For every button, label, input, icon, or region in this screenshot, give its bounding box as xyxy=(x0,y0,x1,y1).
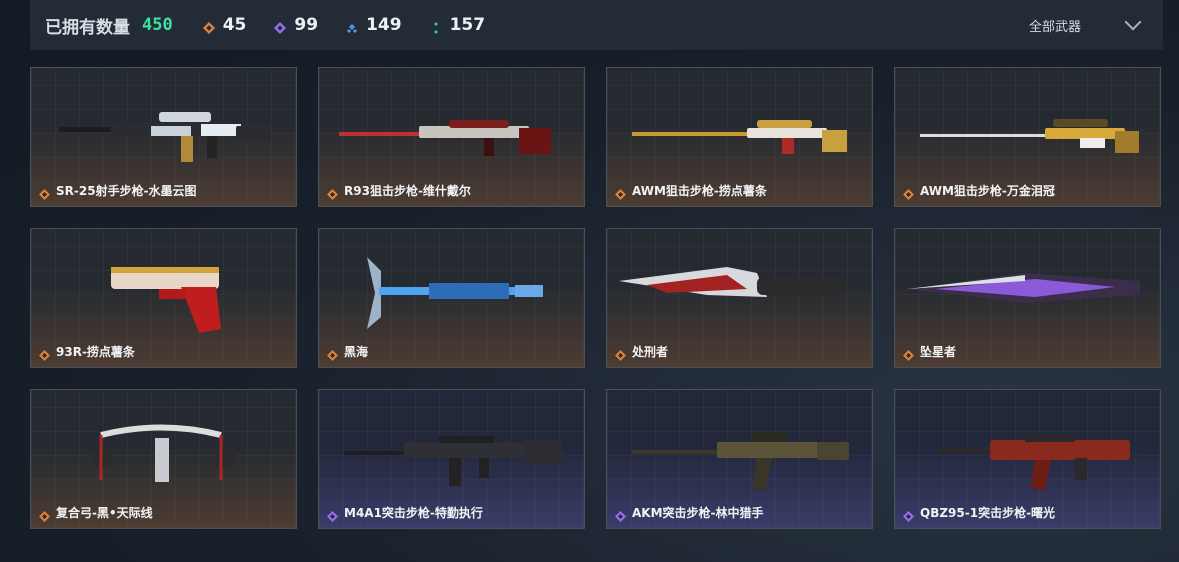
weapon-image xyxy=(31,68,296,180)
weapon-image xyxy=(319,390,584,502)
weapon-name: SR-25射手步枪-水墨云图 xyxy=(56,184,197,198)
weapon-image xyxy=(319,68,584,180)
weapon-name-row: 坠星者 xyxy=(903,343,957,361)
weapon-image xyxy=(607,229,872,341)
weapon-card[interactable]: 黑海 xyxy=(318,228,585,368)
orange-rarity-icon xyxy=(903,346,914,361)
weapon-name: 坠星者 xyxy=(920,345,957,359)
chevron-down-icon xyxy=(1124,13,1142,31)
weapon-image xyxy=(607,68,872,180)
orange-rarity-icon xyxy=(39,185,50,200)
weapon-card[interactable]: 93R-捞点薯条 xyxy=(30,228,297,368)
weapon-image xyxy=(895,68,1160,180)
weapon-name: 93R-捞点薯条 xyxy=(56,345,135,359)
weapon-name: QBZ95-1突击步枪-曙光 xyxy=(920,506,1056,520)
weapon-name: AKM突击步枪-林中猎手 xyxy=(632,506,764,520)
weapon-image xyxy=(607,390,872,502)
weapon-name: AWM狙击步枪-万金泪冠 xyxy=(920,184,1055,198)
weapon-card[interactable]: 处刑者 xyxy=(606,228,873,368)
weapon-card[interactable]: SR-25射手步枪-水墨云图 xyxy=(30,67,297,207)
weapon-name-row: AWM狙击步枪-万金泪冠 xyxy=(903,182,1055,200)
weapon-name: AWM狙击步枪-捞点薯条 xyxy=(632,184,767,198)
weapon-name-row: AKM突击步枪-林中猎手 xyxy=(615,504,764,522)
blue-rarity-icon xyxy=(346,19,358,33)
weapon-card[interactable]: AWM狙击步枪-万金泪冠 xyxy=(894,67,1161,207)
purple-rarity-icon xyxy=(903,507,914,522)
weapon-name-row: QBZ95-1突击步枪-曙光 xyxy=(903,504,1056,522)
stat-green-rarity: 157 xyxy=(430,15,486,35)
weapon-name: R93狙击步枪-维什戴尔 xyxy=(344,184,471,198)
weapon-name-row: AWM狙击步枪-捞点薯条 xyxy=(615,182,767,200)
weapon-name-row: 复合弓-黑•天际线 xyxy=(39,504,153,522)
orange-rarity-icon xyxy=(903,185,914,200)
stat-count: 99 xyxy=(294,15,319,35)
owned-count: 450 xyxy=(142,15,173,35)
orange-rarity-icon xyxy=(615,185,626,200)
stat-purple-rarity: 99 xyxy=(274,15,318,35)
weapon-image xyxy=(31,229,296,341)
weapon-image xyxy=(895,390,1160,502)
weapon-card[interactable]: QBZ95-1突击步枪-曙光 xyxy=(894,389,1161,529)
stat-orange-rarity: 45 xyxy=(202,15,247,35)
weapon-image xyxy=(319,229,584,341)
weapon-card[interactable]: R93狙击步枪-维什戴尔 xyxy=(318,67,585,207)
weapon-card[interactable]: M4A1突击步枪-特勤执行 xyxy=(318,389,585,529)
weapon-image xyxy=(31,390,296,502)
purple-rarity-icon xyxy=(274,19,287,34)
stat-blue-rarity: 149 xyxy=(346,15,402,35)
purple-rarity-icon xyxy=(327,507,338,522)
stat-count: 45 xyxy=(222,15,247,35)
weapon-name-row: SR-25射手步枪-水墨云图 xyxy=(39,182,197,200)
green-rarity-icon xyxy=(430,19,442,34)
weapon-name-row: 处刑者 xyxy=(615,343,669,361)
weapon-name-row: 93R-捞点薯条 xyxy=(39,343,135,361)
orange-rarity-icon xyxy=(327,185,338,200)
orange-rarity-icon xyxy=(327,346,338,361)
weapon-card[interactable]: AKM突击步枪-林中猎手 xyxy=(606,389,873,529)
owned-label: 已拥有数量 xyxy=(45,17,130,38)
orange-rarity-icon xyxy=(202,19,215,34)
inventory-header: 已拥有数量 450 45 99 149 157 全部武器 xyxy=(30,0,1163,50)
weapon-name: M4A1突击步枪-特勤执行 xyxy=(344,506,483,520)
weapon-name: 复合弓-黑•天际线 xyxy=(56,506,153,520)
weapon-name: 黑海 xyxy=(344,345,369,359)
weapon-name-row: 黑海 xyxy=(327,343,369,361)
orange-rarity-icon xyxy=(39,507,50,522)
stat-count: 157 xyxy=(449,15,486,35)
orange-rarity-icon xyxy=(615,346,626,361)
purple-rarity-icon xyxy=(615,507,626,522)
weapon-name-row: R93狙击步枪-维什戴尔 xyxy=(327,182,471,200)
weapon-name-row: M4A1突击步枪-特勤执行 xyxy=(327,504,483,522)
stat-count: 149 xyxy=(366,15,402,35)
weapon-card[interactable]: 复合弓-黑•天际线 xyxy=(30,389,297,529)
weapon-filter-dropdown[interactable]: 全部武器 xyxy=(1028,0,1142,50)
weapon-card[interactable]: AWM狙击步枪-捞点薯条 xyxy=(606,67,873,207)
weapon-name: 处刑者 xyxy=(632,345,669,359)
orange-rarity-icon xyxy=(39,346,50,361)
filter-label: 全部武器 xyxy=(1028,19,1081,35)
weapon-card[interactable]: 坠星者 xyxy=(894,228,1161,368)
weapon-image xyxy=(895,229,1160,341)
